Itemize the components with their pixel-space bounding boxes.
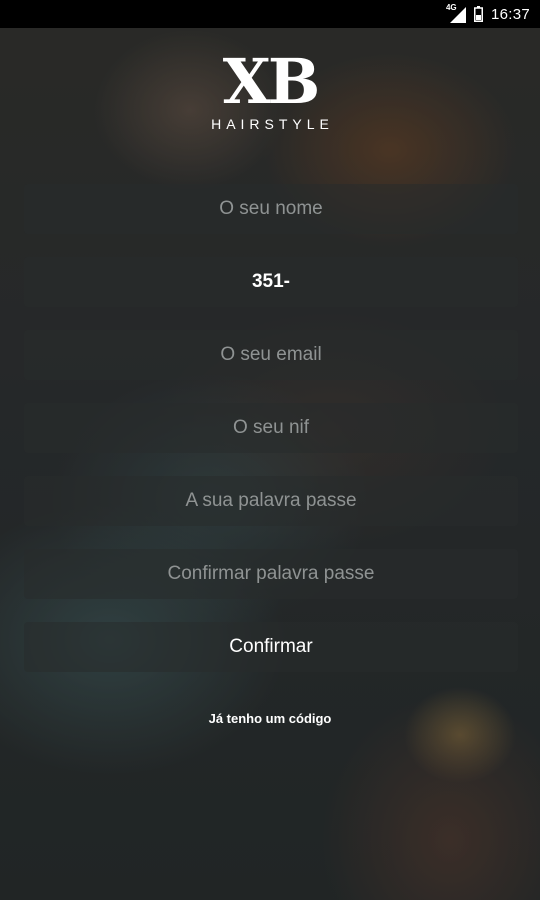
nif-field[interactable] [24, 403, 518, 453]
confirm-password-field-container [24, 549, 518, 599]
email-field-container [24, 330, 518, 380]
battery-icon [473, 6, 483, 22]
status-icons: 4G 16:37 [446, 0, 530, 28]
password-field[interactable] [24, 476, 518, 526]
logo-mark: XB [222, 45, 321, 118]
logo: XB HAIRSTYLE [0, 45, 540, 133]
register-screen: XB HAIRSTYLE Confirmar Já tenho um códig… [0, 0, 540, 900]
name-field-container [24, 184, 518, 234]
email-field[interactable] [24, 330, 518, 380]
signal-icon [449, 7, 466, 23]
status-bar: 4G 16:37 [0, 0, 540, 28]
confirm-password-field[interactable] [24, 549, 518, 599]
clock: 16:37 [490, 5, 530, 23]
name-field[interactable] [24, 184, 518, 234]
logo-subtitle: HAIRSTYLE [211, 116, 334, 132]
confirm-button[interactable]: Confirmar [24, 622, 518, 672]
signal-indicator: 4G [446, 3, 466, 23]
have-code-link[interactable]: Já tenho um código [0, 711, 540, 726]
password-field-container [24, 476, 518, 526]
phone-field[interactable] [24, 257, 518, 307]
phone-field-container [24, 257, 518, 307]
nif-field-container [24, 403, 518, 453]
